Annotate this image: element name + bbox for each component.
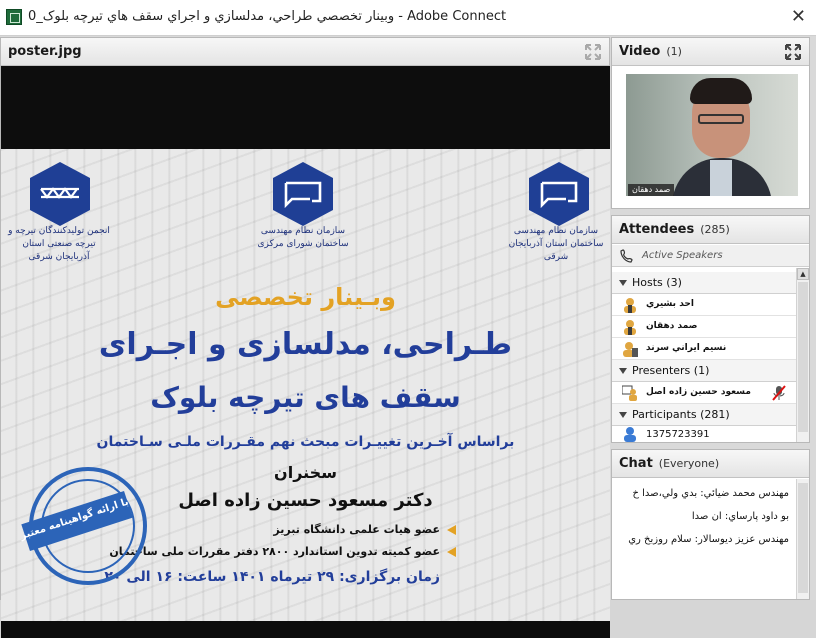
- attendees-pod-title: Attendees (285): [619, 222, 730, 237]
- presenters-label: Presenters (1): [632, 364, 710, 377]
- center-org-name: سازمان نظام مهندسی ساختمان شورای مرکزی: [257, 226, 349, 249]
- attendee-row[interactable]: نسيم ايراني سرند: [612, 338, 796, 360]
- video-name-tag: صمد دهقان: [628, 184, 675, 196]
- poster-headline-1: طـراحی، مدلسازی و اجـرای: [98, 327, 513, 362]
- engineering-council-logo-icon: [273, 162, 333, 226]
- poster-image: انجمن تولیدکنندگان تیرچه و تیرچه صنعتی ا…: [1, 149, 610, 621]
- bullet-arrow-icon: [447, 547, 456, 557]
- attendee-name: مسعود حسين زاده اصل: [646, 387, 751, 397]
- attendees-pod-header: Attendees (285): [612, 216, 809, 244]
- attendee-row[interactable]: مسعود حسين زاده اصل: [612, 382, 796, 404]
- adobe-connect-window: وبينار تخصصي طراحي، مدلسازي و اجراي سقف …: [0, 0, 816, 638]
- maximize-pod-icon[interactable]: [585, 44, 601, 60]
- chat-pod: Chat (Everyone) مهندس محمد ضيائي: بدي ولي…: [611, 449, 810, 600]
- poster-headline-2: سقف های تیرچه بلوک: [150, 381, 461, 414]
- share-pod-title: poster.jpg: [8, 44, 82, 59]
- chat-scope: (Everyone): [658, 457, 720, 470]
- provincial-council-logo-icon: [529, 162, 589, 226]
- scroll-thumb[interactable]: [798, 483, 808, 593]
- webcam-video[interactable]: صمد دهقان: [626, 74, 798, 196]
- attendee-name: صمد دهقان: [646, 321, 698, 331]
- poster-basis-line: براساس آخـرین تغییـرات مبحث نهم مقـررات …: [96, 434, 515, 450]
- window-title: وبينار تخصصي طراحي، مدلسازي و اجراي سقف …: [28, 9, 507, 24]
- participant-user-icon: [624, 427, 636, 442]
- maximize-video-icon[interactable]: [785, 44, 801, 60]
- poster-member-1: عضو هیات علمی دانشگاه تبریز: [273, 523, 440, 536]
- video-pod: Video (1) صمد دهقان: [611, 37, 810, 209]
- participants-section[interactable]: Participants (281): [612, 404, 796, 426]
- host-user-icon: [624, 298, 636, 313]
- chat-message: مهندس محمد ضيائي: بدي ولي،صدا خ: [632, 488, 790, 499]
- phone-icon: [620, 249, 633, 263]
- hosts-label: Hosts (3): [632, 276, 682, 289]
- presenter-user-icon: [622, 385, 637, 401]
- share-pod: poster.jpg انجمن تولیدکنندگان تیرچه و تی…: [0, 37, 610, 638]
- presenters-section[interactable]: Presenters (1): [612, 360, 796, 382]
- attendees-count: (285): [700, 223, 730, 236]
- bullet-arrow-icon: [447, 525, 456, 535]
- scroll-thumb[interactable]: [798, 282, 808, 432]
- poster-schedule: زمان برگزاری: ۲۹ تیرماه ۱۴۰۱ ساعت: ۱۶ ال…: [104, 569, 440, 585]
- adobe-connect-app-icon: [6, 9, 22, 25]
- video-pod-title: Video (1): [619, 44, 682, 59]
- chat-pod-header: Chat (Everyone): [612, 450, 809, 478]
- right-org-name: سازمان نظام مهندسی ساختمان استان آذربایج…: [508, 226, 604, 262]
- video-count: (1): [666, 45, 682, 58]
- attendee-name: نسيم ايراني سرند: [646, 343, 727, 353]
- collapse-arrow-icon: [619, 280, 627, 286]
- attendee-row[interactable]: احد بشيري: [612, 294, 796, 316]
- host-user-icon: [624, 320, 636, 335]
- hosts-section[interactable]: Hosts (3): [612, 272, 796, 294]
- chat-scrollbar[interactable]: [796, 479, 809, 599]
- attendees-pod: Attendees (285) Active Speakers Hosts (3)…: [611, 215, 810, 443]
- left-org-name: انجمن تولیدکنندگان تیرچه و تیرچه صنعتی ا…: [8, 226, 110, 262]
- share-pod-header: poster.jpg: [1, 38, 609, 66]
- participants-label: Participants (281): [632, 408, 730, 421]
- title-bar: وبينار تخصصي طراحي، مدلسازي و اجراي سقف …: [0, 0, 816, 36]
- collapse-arrow-icon: [619, 412, 627, 418]
- chat-pod-title: Chat (Everyone): [619, 456, 720, 471]
- share-content-area: انجمن تولیدکنندگان تیرچه و تیرچه صنعتی ا…: [1, 66, 610, 638]
- active-speakers-bar: Active Speakers: [612, 245, 809, 267]
- close-window-button[interactable]: ✕: [791, 6, 806, 27]
- chat-message: بو داود پارساي: ان صدا: [691, 511, 789, 522]
- attendee-name: احد بشيري: [646, 299, 694, 309]
- attendee-row[interactable]: 1375723391: [612, 426, 796, 442]
- active-speakers-label: Active Speakers: [642, 250, 723, 261]
- attendees-scrollbar[interactable]: ▲: [796, 268, 809, 442]
- attendee-row[interactable]: صمد دهقان: [612, 316, 796, 338]
- poster-webinar-label: وبـینار تخصصی: [215, 283, 396, 311]
- scroll-up-icon[interactable]: ▲: [797, 268, 809, 280]
- microphone-muted-icon[interactable]: [772, 385, 786, 401]
- host-user-icon: [623, 342, 638, 357]
- video-pod-header: Video (1): [612, 38, 809, 66]
- chat-message: مهندس عزيز ديوسالار: سلام روزبخ ري: [628, 534, 789, 545]
- collapse-arrow-icon: [619, 368, 627, 374]
- truss-association-logo-icon: [30, 162, 90, 226]
- poster-member-2: عضو کمیته تدوین استاندارد ۲۸۰۰ دفتر مقرر…: [109, 545, 440, 558]
- attendee-name: 1375723391: [646, 429, 710, 440]
